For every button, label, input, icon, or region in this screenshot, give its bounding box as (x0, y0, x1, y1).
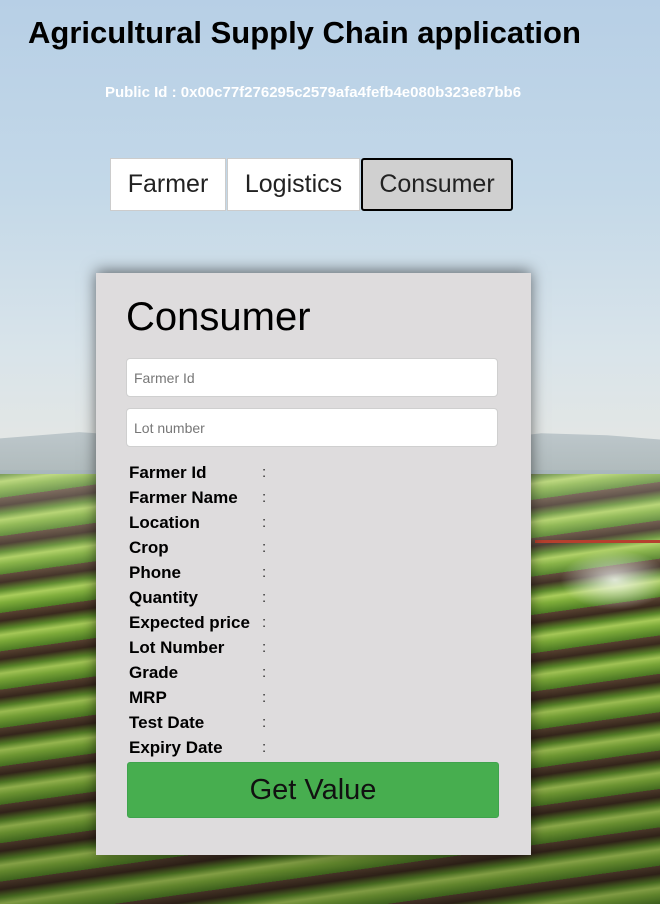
tab-logistics[interactable]: Logistics (227, 158, 360, 211)
detail-row-mrp: MRP : (129, 685, 276, 710)
app-title: Agricultural Supply Chain application (28, 15, 581, 50)
detail-label: MRP (129, 687, 167, 707)
detail-row-expected-price: Expected price : (129, 610, 276, 635)
detail-label: Expected price (129, 612, 250, 632)
detail-separator: : (262, 689, 267, 706)
consumer-card: Consumer Farmer Id : Farmer Name : Locat… (96, 273, 531, 855)
detail-label: Farmer Name (129, 487, 238, 507)
detail-label: Phone (129, 562, 181, 582)
farmer-id-input[interactable] (126, 358, 498, 397)
detail-row-crop: Crop : (129, 535, 276, 560)
detail-label: Grade (129, 662, 179, 682)
detail-separator: : (262, 564, 267, 581)
detail-row-phone: Phone : (129, 560, 276, 585)
detail-label: Quantity (129, 587, 198, 607)
detail-label: Farmer Id (129, 462, 207, 482)
detail-row-farmer-name: Farmer Name : (129, 485, 276, 510)
detail-row-test-date: Test Date : (129, 710, 276, 735)
detail-separator: : (262, 664, 267, 681)
detail-separator: : (262, 639, 267, 656)
detail-separator: : (262, 714, 267, 731)
detail-label: Location (129, 512, 200, 532)
sprinkler-mist (560, 550, 660, 610)
detail-separator: : (262, 589, 267, 606)
tab-consumer[interactable]: Consumer (361, 158, 513, 211)
lot-number-input[interactable] (126, 408, 498, 447)
detail-label: Test Date (129, 712, 205, 732)
card-title: Consumer (126, 295, 311, 339)
details-list: Farmer Id : Farmer Name : Location : Cro… (129, 460, 276, 760)
detail-separator: : (262, 514, 267, 531)
detail-row-location: Location : (129, 510, 276, 535)
public-id: Public Id : 0x00c77f276295c2579afa4fefb4… (104, 84, 522, 101)
detail-separator: : (262, 464, 267, 481)
detail-row-farmer-id: Farmer Id : (129, 460, 276, 485)
detail-separator: : (262, 539, 267, 556)
detail-label: Lot Number (129, 637, 225, 657)
detail-row-quantity: Quantity : (129, 585, 276, 610)
detail-row-expiry-date: Expiry Date : (129, 735, 276, 760)
tab-farmer[interactable]: Farmer (110, 158, 226, 211)
detail-row-lot-number: Lot Number : (129, 635, 276, 660)
detail-separator: : (262, 489, 267, 506)
detail-row-grade: Grade : (129, 660, 276, 685)
role-tabs: Farmer Logistics Consumer (110, 158, 513, 211)
detail-separator: : (262, 614, 267, 631)
get-value-button[interactable]: Get Value (127, 762, 499, 818)
detail-label: Expiry Date (129, 737, 223, 757)
detail-label: Crop (129, 537, 169, 557)
detail-separator: : (262, 739, 267, 756)
